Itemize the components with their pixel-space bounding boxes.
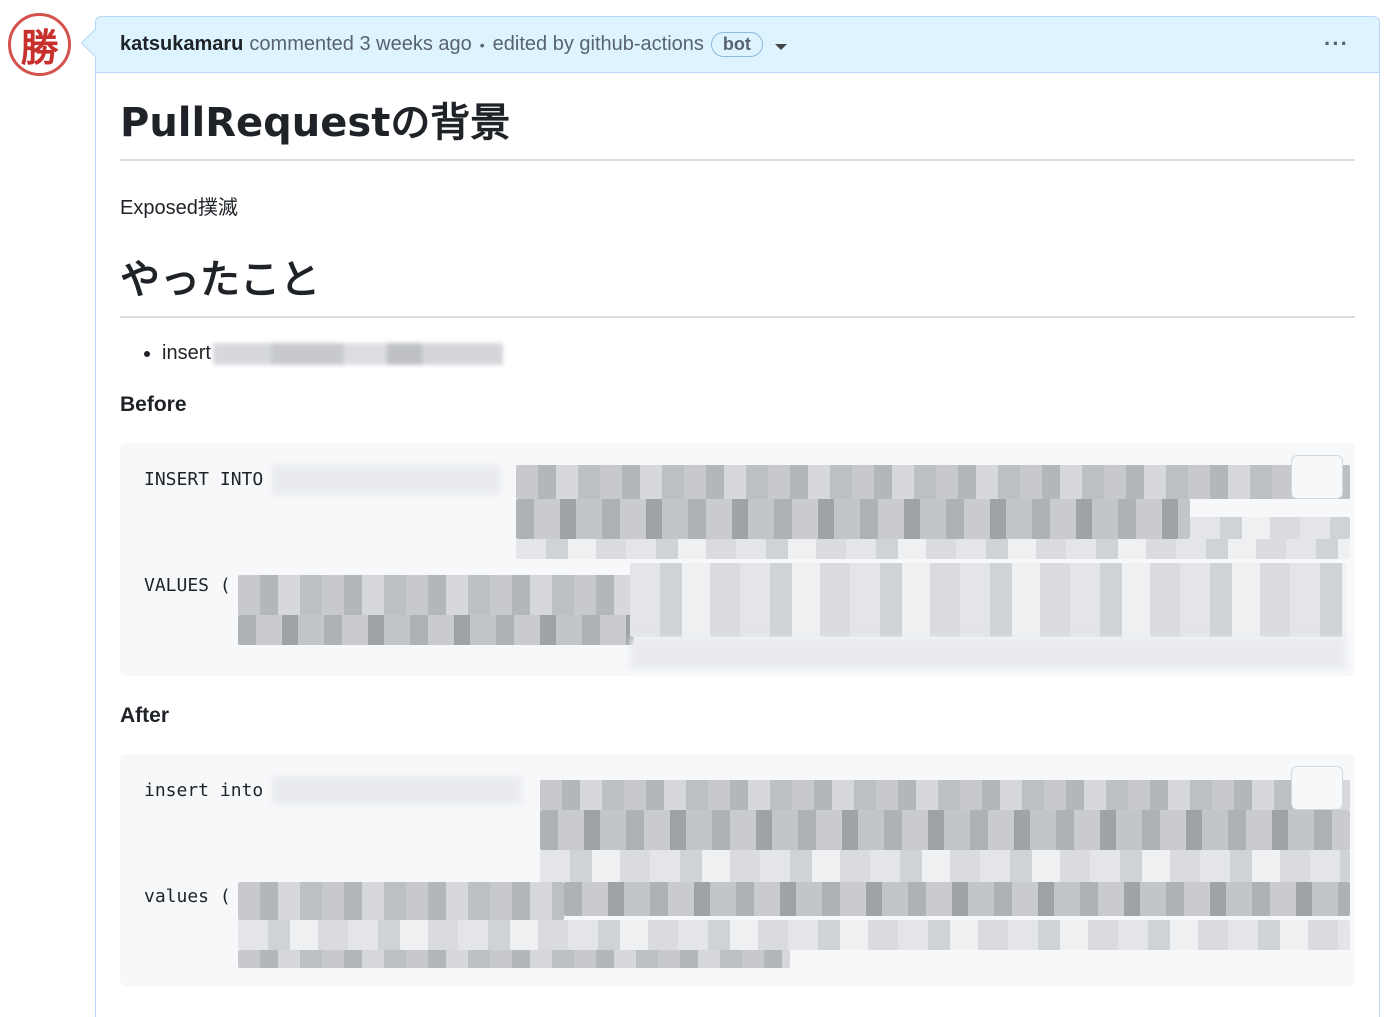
- redacted-block: [272, 776, 522, 804]
- kebab-menu-icon[interactable]: ···: [1324, 31, 1349, 57]
- list-item-prefix: insert: [162, 342, 211, 364]
- code-block-after: insert into values (: [120, 754, 1355, 987]
- comment-box: katsukamaru commented 3 weeks ago • edit…: [95, 16, 1380, 1017]
- redacted-block: [540, 780, 1350, 810]
- code-line-values: values (: [144, 886, 231, 907]
- heading-done: やったこと: [120, 254, 1355, 318]
- redacted-text: [212, 342, 503, 365]
- redacted-block: [630, 603, 1346, 637]
- redacted-block: [564, 882, 1350, 916]
- chevron-down-icon: [774, 43, 787, 50]
- bot-badge: bot: [710, 32, 763, 57]
- redacted-block: [238, 920, 1350, 950]
- redacted-block: [238, 615, 634, 645]
- done-list: insert: [120, 342, 1355, 365]
- avatar-glyph: 勝: [20, 25, 59, 70]
- redacted-block: [238, 950, 790, 968]
- code-block-before: INSERT INTO VALUES (: [120, 443, 1355, 676]
- redacted-block: [272, 465, 500, 495]
- avatar[interactable]: 勝: [8, 13, 71, 76]
- list-item: insert: [162, 342, 1355, 365]
- code-line-values: VALUES (: [144, 575, 231, 596]
- copy-button[interactable]: [1291, 455, 1343, 499]
- paragraph: Exposed撲滅: [120, 197, 238, 219]
- redacted-block: [630, 563, 1346, 603]
- redacted-block: [238, 882, 564, 920]
- edited-by-label: edited by github-actions: [492, 33, 704, 55]
- redacted-block: [630, 637, 1346, 669]
- comment-header: katsukamaru commented 3 weeks ago • edit…: [96, 17, 1379, 73]
- redacted-block: [516, 499, 1190, 539]
- before-heading: Before: [120, 393, 187, 416]
- heading-background: PullRequestの背景: [120, 97, 1355, 161]
- after-heading: After: [120, 704, 170, 727]
- edit-history-button[interactable]: edited by github-actions bot: [493, 32, 787, 57]
- copy-button[interactable]: [1291, 766, 1343, 810]
- redacted-block: [540, 850, 1350, 882]
- comment-body: PullRequestの背景 Exposed撲滅 やったこと insert Be…: [96, 73, 1379, 987]
- comment-timestamp[interactable]: commented 3 weeks ago: [249, 33, 471, 56]
- redacted-block: [238, 575, 634, 615]
- code-line-insert: INSERT INTO: [144, 469, 264, 490]
- header-separator: •: [479, 36, 485, 53]
- redacted-block: [516, 465, 1350, 499]
- code-line-insert: insert into: [144, 780, 264, 801]
- redacted-block: [540, 810, 1350, 850]
- redacted-block: [516, 539, 1350, 559]
- author-link[interactable]: katsukamaru: [120, 33, 243, 56]
- redacted-block: [1190, 517, 1350, 539]
